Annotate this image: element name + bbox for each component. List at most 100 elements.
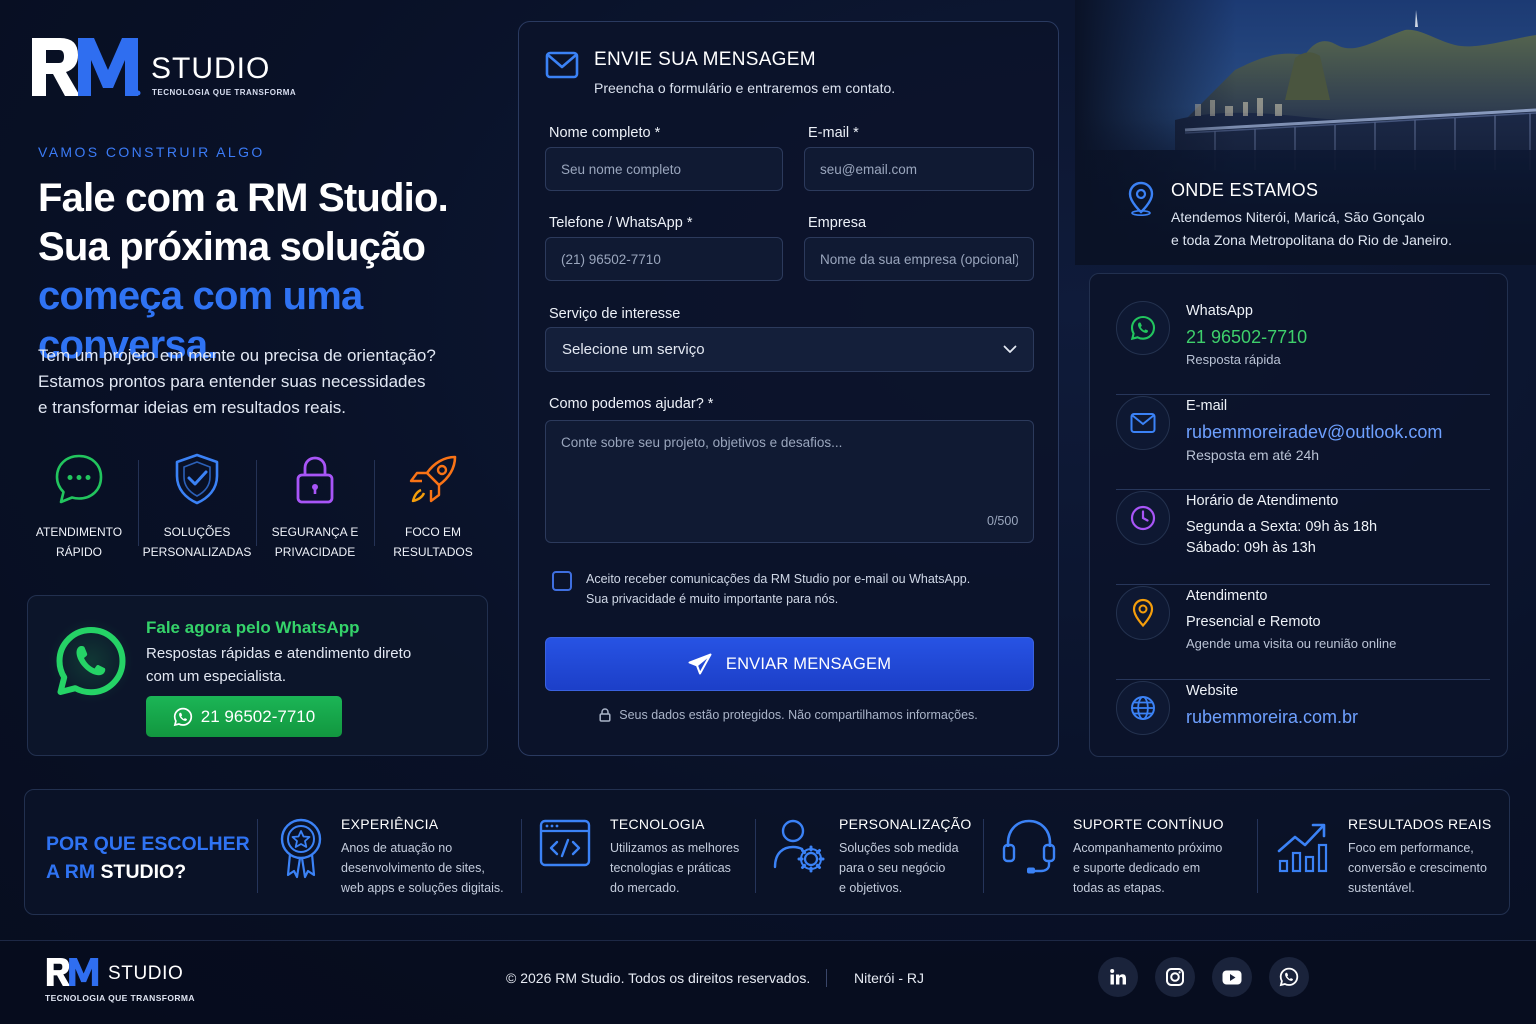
envelope-icon bbox=[545, 51, 579, 79]
message-textarea[interactable] bbox=[545, 420, 1034, 543]
phone-input[interactable] bbox=[545, 237, 783, 281]
consent-checkbox[interactable] bbox=[552, 571, 572, 591]
footer-brand-name: STUDIO bbox=[108, 963, 184, 984]
brand-name: STUDIO bbox=[151, 52, 271, 85]
intro-line-3: e transformar ideias em resultados reais… bbox=[38, 398, 347, 417]
why-item-support: SUPORTE CONTÍNUO Acompanhamento próximo e… bbox=[983, 815, 1241, 905]
why-item-experience: EXPERIÊNCIA Anos de atuação no desenvolvi… bbox=[257, 815, 515, 905]
form-subtitle: Preencha o formulário e entraremos em co… bbox=[594, 80, 896, 96]
shield-check-icon bbox=[175, 453, 219, 505]
chevron-down-icon bbox=[1003, 345, 1017, 353]
why-title: POR QUE ESCOLHER A RM STUDIO? bbox=[46, 830, 250, 886]
contact-sub: Resposta em até 24h bbox=[1186, 447, 1320, 463]
whatsapp-cta-card: Fale agora pelo WhatsApp Respostas rápid… bbox=[27, 595, 488, 756]
rm-logo-mark bbox=[46, 957, 99, 987]
contact-sub: Agende uma visita ou reunião online bbox=[1186, 636, 1397, 651]
linkedin-icon[interactable] bbox=[1098, 957, 1138, 997]
email-label: E-mail * bbox=[808, 125, 859, 141]
consent-text: Aceito receber comunicações da RM Studio… bbox=[586, 572, 971, 606]
why-item-desc: Anos de atuação no desenvolvimento de sit… bbox=[341, 841, 504, 895]
contact-website[interactable]: Website rubemmoreira.com.br bbox=[1116, 679, 1490, 776]
why-choose-section: POR QUE ESCOLHER A RM STUDIO? EXPERIÊNCI… bbox=[24, 789, 1510, 915]
why-item-desc: Foco em performance, conversão e crescime… bbox=[1348, 841, 1487, 895]
map-pin-icon bbox=[1116, 586, 1170, 640]
contact-value: Presencial e Remoto bbox=[1186, 614, 1321, 630]
feature-results-focus: FOCO EM RESULTADOS bbox=[374, 448, 492, 568]
service-select[interactable]: Selecione um serviço bbox=[545, 327, 1034, 372]
email-input[interactable] bbox=[804, 147, 1034, 191]
submit-label: ENVIAR MENSAGEM bbox=[725, 654, 892, 673]
why-item-title: TECNOLOGIA bbox=[610, 816, 705, 832]
location-title: ONDE ESTAMOS bbox=[1171, 180, 1319, 200]
hero-eyebrow: VAMOS CONSTRUIR ALGO bbox=[38, 144, 265, 160]
security-note: Seus dados estão protegidos. Não compart… bbox=[519, 708, 1058, 722]
instagram-icon[interactable] bbox=[1155, 957, 1195, 997]
why-item-title: SUPORTE CONTÍNUO bbox=[1073, 816, 1224, 832]
contact-hours: Horário de Atendimento Segunda a Sexta: … bbox=[1116, 489, 1490, 586]
feature-label: SEGURANÇA E PRIVACIDADE bbox=[271, 525, 359, 559]
feature-label: ATENDIMENTO RÁPIDO bbox=[35, 525, 123, 559]
contact-sub: Sábado: 09h às 13h bbox=[1186, 540, 1316, 556]
why-item-desc: Acompanhamento próximo e suporte dedicado… bbox=[1073, 841, 1223, 895]
contact-value: rubemmoreiradev@outlook.com bbox=[1186, 422, 1443, 442]
company-label: Empresa bbox=[808, 215, 867, 231]
headline-line-2: Sua próxima solução bbox=[38, 225, 426, 269]
map-pin-icon bbox=[1128, 181, 1154, 216]
whatsapp-icon bbox=[1116, 301, 1170, 355]
headline-line-1: Fale com a RM Studio. bbox=[38, 176, 449, 220]
intro-line-1: Tem um projeto em mente ou precisa de or… bbox=[38, 346, 436, 365]
why-item-title: EXPERIÊNCIA bbox=[341, 816, 439, 832]
headset-icon bbox=[1002, 819, 1056, 874]
whatsapp-icon[interactable] bbox=[1269, 957, 1309, 997]
copyright-text: © 2026 RM Studio. Todos os direitos rese… bbox=[506, 970, 811, 986]
feature-fast-service: ATENDIMENTO RÁPIDO bbox=[20, 448, 138, 568]
whatsapp-card-title: Fale agora pelo WhatsApp bbox=[146, 618, 360, 637]
contact-sub: Resposta rápida bbox=[1186, 352, 1281, 367]
feature-custom-solutions: SOLUÇÕES PERSONALIZADAS bbox=[138, 448, 256, 568]
why-item-personalization: PERSONALIZAÇÃO Soluções sob medida para o… bbox=[755, 815, 988, 905]
why-title-rm: A RM bbox=[46, 861, 96, 883]
envelope-icon bbox=[1116, 396, 1170, 450]
phone-label: Telefone / WhatsApp * bbox=[549, 215, 693, 231]
why-item-desc: Soluções sob medida para o seu negócio e o… bbox=[839, 841, 959, 895]
contact-form: ENVIE SUA MENSAGEM Preencha o formulário… bbox=[518, 21, 1059, 756]
whatsapp-call-button[interactable]: 21 96502-7710 bbox=[146, 696, 342, 737]
youtube-icon[interactable] bbox=[1212, 957, 1252, 997]
contact-label: Atendimento bbox=[1186, 588, 1268, 604]
footer-logo[interactable]: STUDIO TECNOLOGIA QUE TRANSFORMA bbox=[45, 957, 205, 1003]
location-text: Atendemos Niterói, Maricá, São Gonçalo e … bbox=[1171, 209, 1452, 248]
name-input[interactable] bbox=[545, 147, 783, 191]
location-section: ONDE ESTAMOS Atendemos Niterói, Maricá, … bbox=[1125, 180, 1525, 260]
why-item-desc: Utilizamos as melhores tecnologias e prát… bbox=[610, 841, 740, 895]
brand-tagline: TECNOLOGIA QUE TRANSFORMA bbox=[152, 88, 297, 97]
rocket-icon bbox=[409, 455, 457, 503]
message-char-counter: 0/500 bbox=[987, 514, 1019, 528]
contact-label: E-mail bbox=[1186, 398, 1228, 414]
whatsapp-icon bbox=[173, 707, 192, 726]
code-window-icon bbox=[539, 819, 591, 867]
hero-headline: Fale com a RM Studio. Sua próxima soluçã… bbox=[38, 174, 518, 370]
contact-label: Horário de Atendimento bbox=[1186, 493, 1339, 509]
contact-whatsapp[interactable]: WhatsApp 21 96502-7710 Resposta rápida bbox=[1116, 301, 1490, 396]
lock-icon bbox=[599, 708, 611, 722]
contact-email[interactable]: E-mail rubemmoreiradev@outlook.com Respo… bbox=[1116, 394, 1490, 491]
why-title-line-1: POR QUE ESCOLHER bbox=[46, 833, 250, 855]
contact-service-mode: Atendimento Presencial e Remoto Agende u… bbox=[1116, 584, 1490, 681]
feature-label: SOLUÇÕES PERSONALIZADAS bbox=[142, 525, 252, 559]
form-title: ENVIE SUA MENSAGEM bbox=[594, 49, 816, 70]
brand-logo[interactable]: STUDIO TECNOLOGIA QUE TRANSFORMA bbox=[30, 36, 296, 102]
contact-label: Website bbox=[1186, 683, 1239, 699]
user-gear-icon bbox=[773, 819, 825, 873]
name-label: Nome completo * bbox=[549, 125, 661, 141]
rm-logo-mark bbox=[32, 38, 141, 96]
submit-button[interactable]: ENVIAR MENSAGEM bbox=[545, 637, 1034, 691]
footer-city: Niterói - RJ bbox=[854, 970, 925, 986]
why-item-results: RESULTADOS REAIS Foco em performance, con… bbox=[1257, 815, 1505, 905]
page-footer: STUDIO TECNOLOGIA QUE TRANSFORMA © 2026 … bbox=[0, 940, 1536, 1024]
why-item-title: PERSONALIZAÇÃO bbox=[839, 816, 972, 832]
contact-value: Segunda a Sexta: 09h às 18h bbox=[1186, 519, 1378, 535]
contact-value: 21 96502-7710 bbox=[1186, 327, 1308, 347]
company-input[interactable] bbox=[804, 237, 1034, 281]
feature-security-privacy: SEGURANÇA E PRIVACIDADE bbox=[256, 448, 374, 568]
intro-line-2: Estamos prontos para entender suas neces… bbox=[38, 372, 426, 391]
